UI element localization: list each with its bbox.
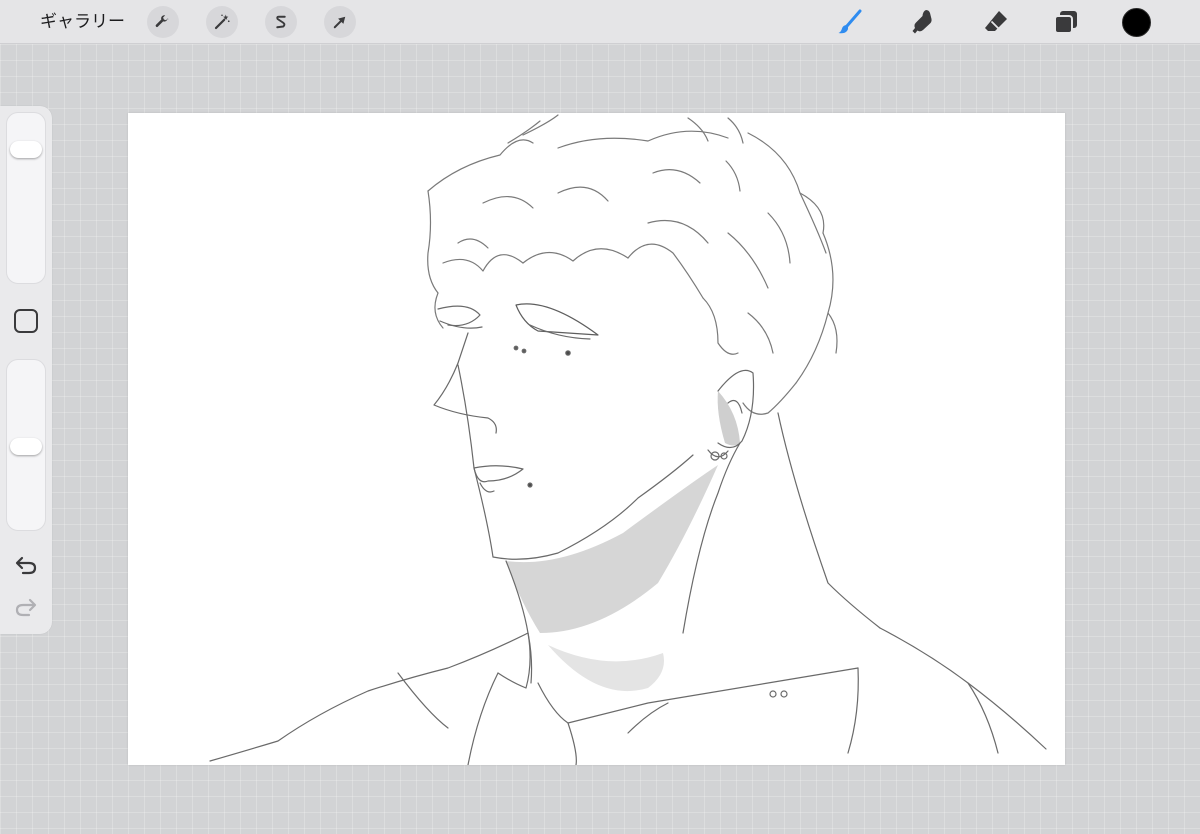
left-sidebar [0,106,52,634]
adjustments-button[interactable] [206,6,238,38]
brush-icon [838,9,862,34]
brush-size-slider[interactable] [6,112,46,284]
redo-arrow-icon [15,598,37,617]
actions-button[interactable] [147,6,179,38]
gallery-button[interactable]: ギャラリー [40,9,125,35]
eraser-icon [985,11,1007,31]
layers-icon [1054,11,1077,34]
wrench-icon [155,15,169,28]
hair-strokes [427,114,838,415]
opacity-slider[interactable] [6,359,46,531]
undo-button[interactable] [12,553,40,577]
top-toolbar: ギャラリー [0,0,1200,44]
arrow-cursor-icon [333,16,346,29]
redo-button[interactable] [12,595,40,619]
magic-wand-icon [214,14,230,30]
modify-button[interactable] [14,309,38,333]
brush-tool-button[interactable] [834,6,866,38]
transform-button[interactable] [324,6,356,38]
undo-arrow-icon [15,556,37,575]
smudge-finger-icon [912,10,932,34]
smudge-tool-button[interactable] [907,6,939,38]
selection-s-icon [276,15,286,29]
sketch-artwork [209,114,1047,765]
eraser-tool-button[interactable] [980,6,1012,38]
drawing-canvas[interactable] [128,113,1065,765]
layers-tool-button[interactable] [1050,6,1082,38]
brush-size-slider-thumb[interactable] [10,140,42,158]
selection-button[interactable] [265,6,297,38]
neck-shading [506,391,740,692]
color-picker-button[interactable] [1122,8,1151,37]
opacity-slider-thumb[interactable] [10,437,42,455]
